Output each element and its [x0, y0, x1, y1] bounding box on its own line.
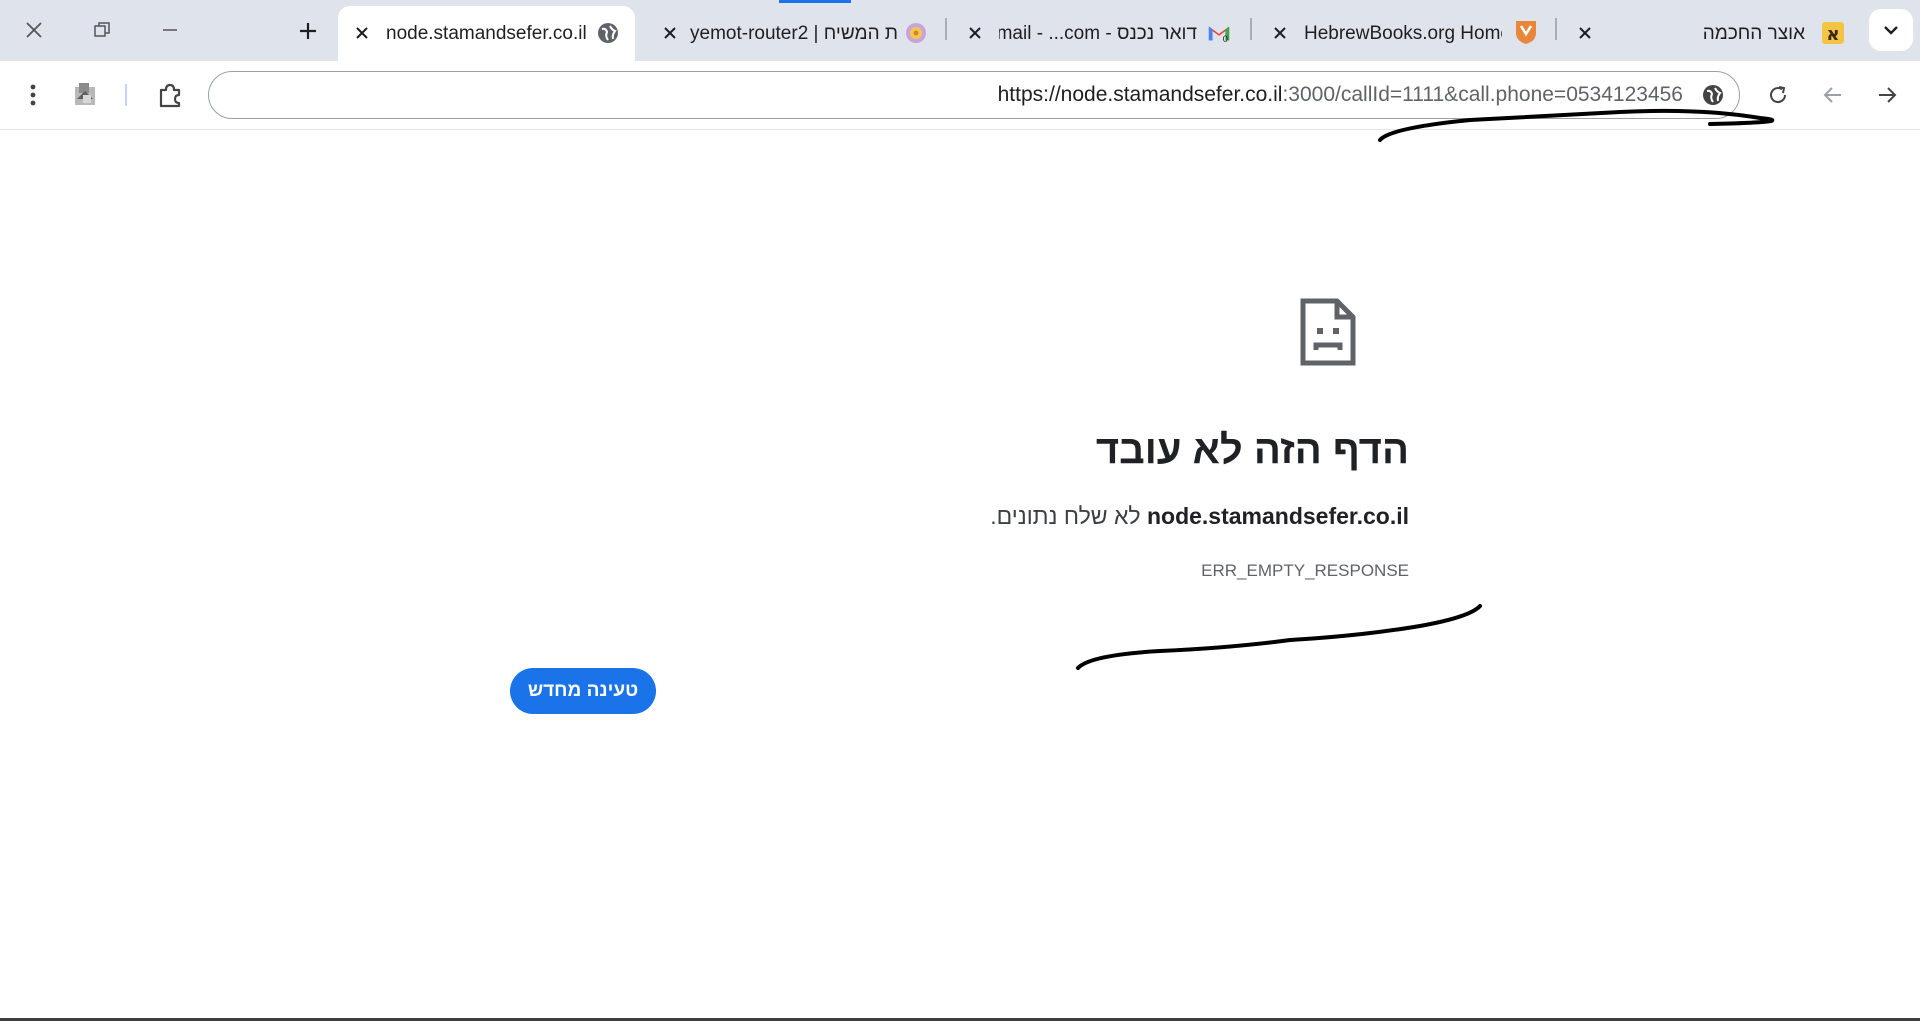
tab-close-icon[interactable]	[1573, 21, 1597, 45]
error-code: ERR_EMPTY_RESPONSE	[1201, 561, 1409, 580]
window-restore-button[interactable]	[68, 0, 136, 59]
reload-icon	[1770, 86, 1787, 104]
svg-text:0: 0	[1223, 34, 1228, 44]
tab-hebrewbooks[interactable]: HebrewBooks.org Home	[1260, 6, 1550, 61]
hebrewbooks-icon	[1514, 20, 1538, 44]
tab-strip: node.stamandsefer.co.il yemot-router2 | …	[0, 0, 1920, 61]
svg-text:א: א	[1826, 24, 1839, 45]
minimize-icon	[163, 28, 177, 31]
tab-otzar-hachochma[interactable]: אוצר החכמה א	[1565, 6, 1855, 61]
error-message-text: לא שלח נתונים.	[990, 503, 1141, 529]
error-title: הדף הזה לא עובד	[1095, 428, 1409, 472]
error-message: node.stamandsefer.co.il לא שלח נתונים.	[990, 503, 1409, 530]
back-button[interactable]	[1813, 75, 1853, 115]
tab-separator	[1555, 18, 1557, 40]
window-close-button[interactable]	[0, 0, 68, 59]
tab-yemot-router2[interactable]: yemot-router2 | ת המשיח	[650, 6, 940, 61]
kebab-menu-icon	[30, 84, 36, 106]
menu-button[interactable]	[13, 75, 53, 115]
forward-button[interactable]	[1867, 75, 1907, 115]
reload-button[interactable]	[1758, 75, 1798, 115]
toolbar-divider	[125, 84, 127, 106]
reload-page-button[interactable]: טעינה מחדש	[510, 668, 656, 714]
tab-title: node.stamandsefer.co.il	[386, 22, 586, 44]
url-host: https://node.stamandsefer.co.il	[997, 83, 1283, 106]
arrow-right-icon	[1879, 87, 1897, 103]
tab-separator	[1250, 18, 1252, 40]
loading-indicator	[779, 0, 851, 3]
tab-title: דואר נכנס - Gmail - ...com	[999, 22, 1197, 44]
annotation-scribbles	[1076, 108, 1775, 670]
extensions-button[interactable]	[150, 75, 190, 115]
tab-title: yemot-router2 | ת המשיח	[690, 22, 898, 44]
tab-separator	[945, 18, 947, 40]
url-path: :3000/callId=1111&call.phone=0534123456	[1282, 83, 1683, 106]
profile-button[interactable]	[65, 75, 105, 115]
arrow-left-icon	[1823, 87, 1841, 103]
tab-close-icon[interactable]	[1268, 21, 1292, 45]
tab-close-icon[interactable]	[350, 21, 374, 45]
tab-title: HebrewBooks.org Home	[1304, 22, 1502, 44]
address-bar[interactable]: https://node.stamandsefer.co.il:3000/cal…	[208, 71, 1740, 119]
url-text[interactable]: https://node.stamandsefer.co.il:3000/cal…	[998, 72, 1683, 118]
chevron-down-icon	[1884, 26, 1898, 35]
otzar-icon: א	[1821, 21, 1845, 45]
site-info-icon[interactable]	[1701, 83, 1725, 107]
plus-icon	[300, 23, 316, 39]
new-tab-button[interactable]	[294, 17, 322, 45]
tab-close-icon[interactable]	[658, 21, 682, 45]
tab-close-icon[interactable]	[963, 21, 987, 45]
tab-search-button[interactable]	[1869, 9, 1913, 51]
spinner-icon	[904, 21, 928, 45]
tab-title: אוצר החכמה	[1702, 22, 1805, 44]
tab-node-stamandsefer[interactable]: node.stamandsefer.co.il	[338, 6, 635, 61]
close-icon	[26, 21, 42, 38]
sad-page-icon	[1300, 298, 1356, 366]
gmail-icon: 0	[1207, 21, 1231, 45]
toolbar: https://node.stamandsefer.co.il:3000/cal…	[0, 61, 1920, 130]
globe-icon	[596, 21, 620, 45]
error-host: node.stamandsefer.co.il	[1146, 503, 1409, 529]
avatar-icon	[75, 83, 95, 105]
restore-icon	[94, 21, 110, 37]
window-minimize-button[interactable]	[136, 0, 204, 59]
tab-gmail[interactable]: דואר נכנס - Gmail - ...com 0	[955, 6, 1245, 61]
puzzle-icon	[159, 83, 181, 108]
